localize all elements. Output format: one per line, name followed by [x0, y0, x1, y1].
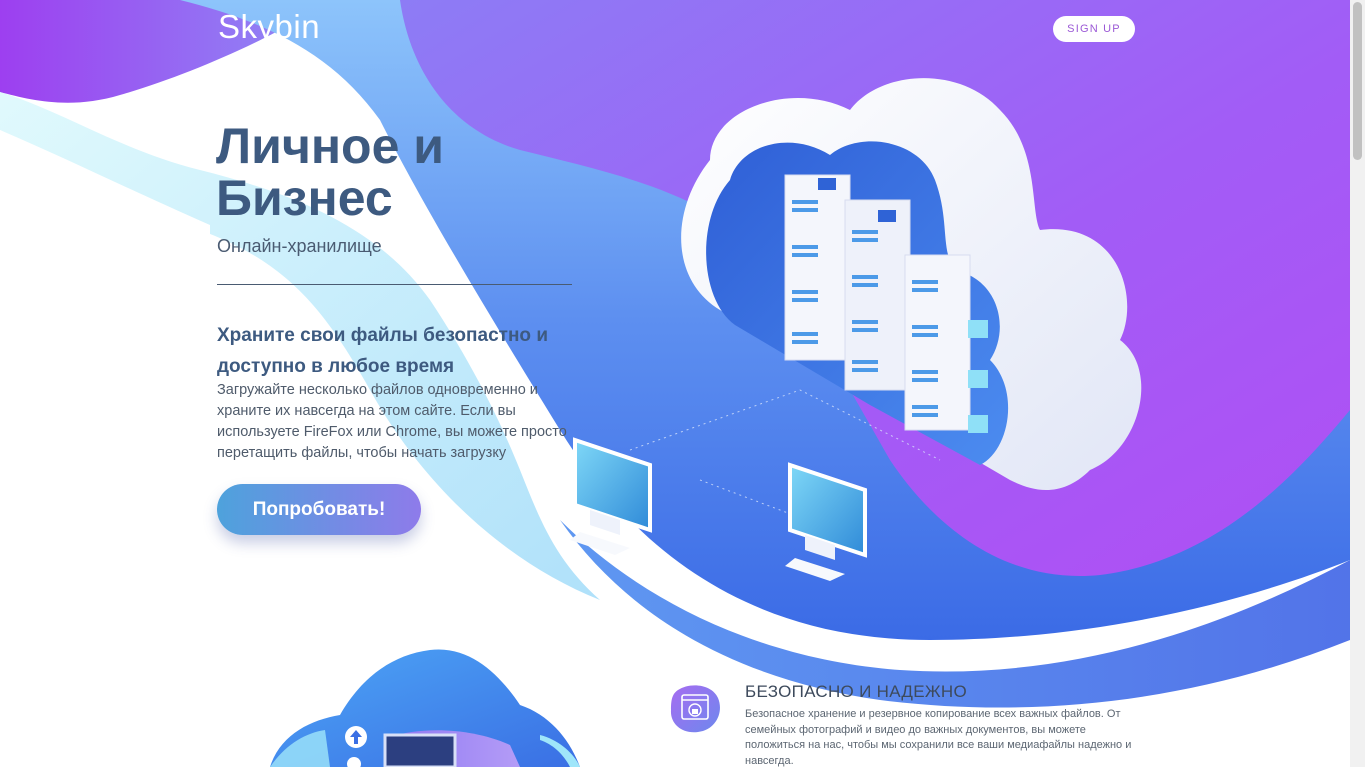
try-button[interactable]: Попробовать! [217, 484, 421, 535]
signup-button[interactable]: SIGN UP [1053, 16, 1135, 42]
scrollbar-thumb[interactable] [1353, 2, 1362, 160]
page-scrollbar[interactable] [1350, 0, 1365, 767]
hero-title: Личное и Бизнес [216, 120, 444, 224]
lock-window-icon [670, 685, 720, 733]
monitor-right [785, 462, 867, 581]
secure-feature-text: Безопасное хранение и резервное копирова… [745, 708, 1132, 767]
upload-illustration [270, 649, 580, 767]
monitor-left [570, 437, 652, 555]
site-logo[interactable]: Skybin [218, 8, 320, 46]
cloud-server-illustration [570, 78, 1142, 581]
hero-title-line2: Бизнес [216, 170, 393, 226]
arrow-up-icon [345, 726, 367, 748]
secure-feature-title: БЕЗОПАСНО И НАДЕЖНО [745, 682, 967, 701]
hero-subtitle: Онлайн-хранилище [217, 236, 382, 256]
hero-title-line1: Личное и [216, 118, 445, 174]
hero-divider [217, 284, 572, 285]
feature-heading: Храните свои файлы безопастно и доступно… [217, 325, 548, 377]
feature-text: Загружайте несколько файлов одновременно… [217, 382, 567, 461]
